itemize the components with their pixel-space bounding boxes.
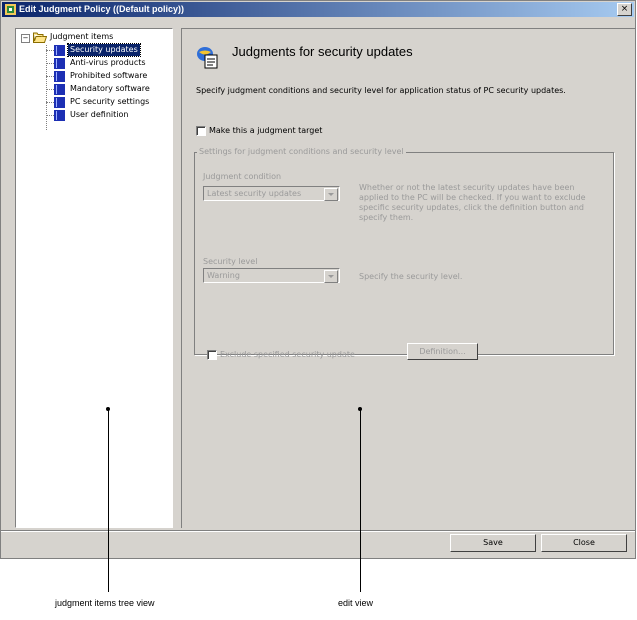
close-button[interactable]: Close [541,534,627,552]
app-icon [5,4,16,15]
tree-item-label: Security updates [67,43,141,57]
settings-groupbox: Settings for judgment conditions and sec… [194,147,614,360]
judgment-condition-label: Judgment condition [203,172,282,181]
exclude-security-update-label[interactable]: Exclude specified security update [220,350,355,359]
judgment-items-tree-view[interactable]: − Judgment items Security updates Anti-v… [15,28,173,528]
tree-view-callout-line [108,410,109,592]
edit-view: Judgments for security updates Specify j… [181,28,635,528]
judgment-item-icon [54,97,65,108]
definition-button[interactable]: Definition... [407,343,478,360]
security-level-value: Warning [207,271,240,280]
dialog-separator [1,530,635,532]
judgment-condition-description: Whether or not the latest security updat… [359,183,586,222]
security-level-label: Security level [203,257,258,266]
collapse-icon[interactable]: − [21,34,30,43]
tree-view-callout-label: judgment items tree view [55,598,155,608]
window-title: Edit Judgment Policy ((Default policy)) [19,4,185,14]
exclude-security-update-checkbox[interactable] [207,350,217,360]
judgment-item-icon [54,71,65,82]
judgment-target-checkbox[interactable] [196,126,206,136]
security-level-select[interactable]: Warning [203,268,340,283]
judgment-item-icon [54,84,65,95]
chevron-down-icon[interactable] [324,188,338,201]
tree-item-label: Mandatory software [70,84,150,93]
security-level-description: Specify the security level. [359,272,463,281]
edit-view-title: Judgments for security updates [232,44,413,59]
tree-root-label: Judgment items [50,32,114,41]
tree-connector-line [46,45,47,130]
folder-icon [33,32,47,43]
edit-judgment-policy-window: Edit Judgment Policy ((Default policy)) … [0,0,636,559]
tree-item-label: Prohibited software [70,71,148,80]
edit-view-callout-label: edit view [338,598,374,608]
chevron-down-icon[interactable] [324,270,338,283]
close-window-button[interactable]: × [617,3,632,16]
tree-item-label: Anti-virus products [70,58,146,67]
judgment-item-icon [54,58,65,69]
save-button[interactable]: Save [450,534,536,552]
security-updates-icon [197,47,218,69]
title-bar[interactable]: Edit Judgment Policy ((Default policy)) … [2,2,634,17]
judgment-item-icon [54,45,65,56]
tree-item-label: PC security settings [70,97,150,106]
judgment-condition-value: Latest security updates [207,189,302,198]
judgment-condition-select[interactable]: Latest security updates [203,186,340,201]
edit-view-description: Specify judgment conditions and security… [196,86,566,95]
judgment-item-icon [54,110,65,121]
tree-item-label: User definition [70,110,129,119]
judgment-target-label[interactable]: Make this a judgment target [209,126,322,135]
edit-view-callout-line [360,410,361,592]
groupbox-title: Settings for judgment conditions and sec… [197,147,406,156]
